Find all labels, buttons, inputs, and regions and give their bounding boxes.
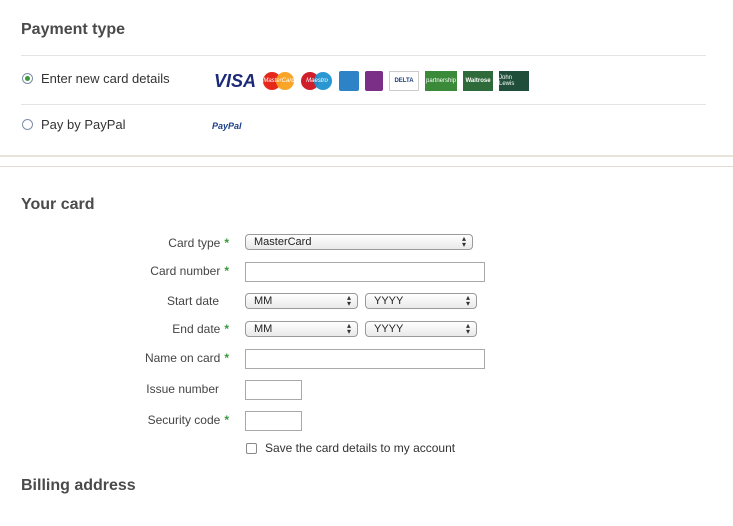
start-date-label: Start date	[166, 294, 219, 308]
paypal-logo-icon: PayPal	[212, 121, 242, 131]
partnership-card-logo-icon: partnership	[425, 71, 457, 91]
select-arrows-icon: ▴ ▾	[465, 321, 470, 336]
required-marker: *	[224, 413, 229, 427]
security-code-label: Security code *	[147, 413, 229, 427]
card-type-select[interactable]: MasterCard ▴ ▾	[245, 234, 473, 250]
paypal-radio[interactable]	[22, 119, 33, 130]
start-month-select[interactable]: MM ▴ ▾	[245, 293, 358, 309]
select-arrows-icon: ▴ ▾	[465, 293, 470, 308]
your-card-heading: Your card	[21, 196, 95, 213]
start-year-value: YYYY	[374, 295, 404, 307]
paypal-label[interactable]: Pay by PayPal	[41, 117, 126, 132]
card-number-label: Card number *	[150, 264, 229, 278]
start-year-select[interactable]: YYYY ▴ ▾	[365, 293, 477, 309]
select-arrows-icon: ▴ ▾	[346, 293, 351, 308]
issue-number-input[interactable]	[245, 380, 302, 400]
mastercard-logo-icon: MasterCard	[263, 71, 295, 91]
new-card-radio[interactable]	[22, 73, 33, 84]
option-new-card[interactable]: Enter new card details	[21, 70, 211, 88]
save-card-option[interactable]: Save the card details to my account	[245, 441, 485, 457]
end-year-value: YYYY	[374, 323, 404, 335]
security-code-input[interactable]	[245, 411, 302, 431]
option-paypal[interactable]: Pay by PayPal	[21, 116, 211, 134]
required-marker: *	[224, 351, 229, 365]
maestro-logo-icon: Maestro	[301, 71, 333, 91]
name-on-card-label: Name on card *	[144, 351, 229, 365]
solo-logo-icon	[365, 71, 383, 91]
required-marker: *	[224, 236, 229, 250]
select-arrows-icon: ▴ ▾	[346, 321, 351, 336]
delta-logo-icon: DELTA	[389, 71, 419, 91]
section-separator	[0, 166, 733, 167]
end-month-select[interactable]: MM ▴ ▾	[245, 321, 358, 337]
card-type-value: MasterCard	[254, 236, 312, 248]
accepted-cards: VISA MasterCard Maestro DELTA partnershi…	[213, 71, 529, 91]
billing-address-heading: Billing address	[21, 477, 136, 494]
visa-logo-icon: VISA	[213, 70, 256, 91]
payment-type-heading: Payment type	[21, 21, 126, 38]
end-month-value: MM	[254, 323, 273, 335]
divider	[21, 55, 706, 56]
select-arrows-icon: ▴ ▾	[461, 234, 466, 249]
section-separator	[0, 155, 733, 157]
end-date-label: End date *	[172, 322, 229, 336]
start-month-value: MM	[254, 295, 273, 307]
save-card-label[interactable]: Save the card details to my account	[265, 441, 455, 455]
waitrose-card-logo-icon: Waitrose	[463, 71, 493, 91]
name-on-card-input[interactable]	[245, 349, 485, 369]
card-number-input[interactable]	[245, 262, 485, 282]
amex-logo-icon	[339, 71, 359, 91]
required-marker: *	[224, 264, 229, 278]
required-marker: *	[224, 322, 229, 336]
end-year-select[interactable]: YYYY ▴ ▾	[365, 321, 477, 337]
issue-number-label: Issue number	[146, 382, 219, 396]
save-card-checkbox[interactable]	[246, 443, 257, 454]
card-type-label: Card type *	[168, 236, 229, 250]
new-card-label[interactable]: Enter new card details	[41, 71, 170, 86]
divider	[21, 104, 706, 105]
john-lewis-card-logo-icon: John Lewis	[499, 71, 529, 91]
